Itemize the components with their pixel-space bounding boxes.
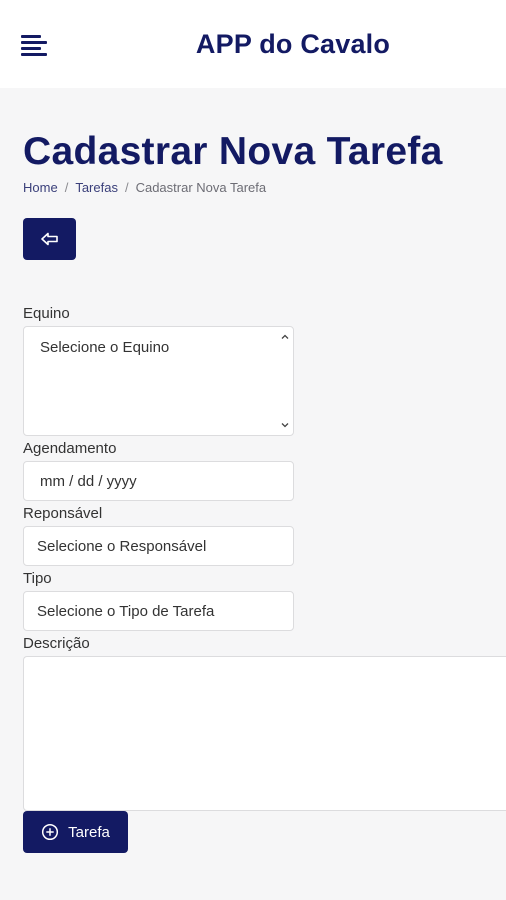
responsavel-value: Selecione o Responsável [37, 538, 207, 555]
equino-option[interactable]: Selecione o Equino [40, 339, 169, 356]
agendamento-placeholder: mm / dd / yyyy [40, 473, 137, 490]
add-tarefa-label: Tarefa [68, 823, 110, 841]
arrow-left-icon [40, 232, 58, 246]
tipo-select[interactable]: Selecione o Tipo de Tarefa [23, 591, 294, 631]
responsavel-select[interactable]: Selecione o Responsável [23, 526, 294, 566]
breadcrumb-separator: / [124, 180, 129, 195]
agendamento-label: Agendamento [23, 440, 117, 457]
agendamento-date-input[interactable]: mm / dd / yyyy [23, 461, 294, 501]
responsavel-label: Reponsável [23, 505, 103, 522]
top-bar: APP do Cavalo [0, 0, 506, 88]
breadcrumb-current: Cadastrar Nova Tarefa [135, 180, 267, 195]
back-button[interactable] [23, 218, 76, 260]
page-title: Cadastrar Nova Tarefa [23, 130, 443, 173]
tipo-value: Selecione o Tipo de Tarefa [37, 603, 215, 620]
equino-select[interactable]: Selecione o Equino [23, 326, 294, 436]
descricao-textarea[interactable] [23, 656, 506, 811]
chevron-down-icon[interactable] [281, 421, 289, 429]
equino-scrollbar[interactable] [277, 327, 293, 435]
chevron-up-icon[interactable] [281, 333, 289, 341]
breadcrumb-separator: / [64, 180, 69, 195]
descricao-label: Descrição [23, 635, 90, 652]
add-tarefa-button[interactable]: Tarefa [23, 811, 128, 853]
app-title: APP do Cavalo [195, 29, 391, 59]
equino-label: Equino [23, 305, 70, 322]
breadcrumb-tarefas[interactable]: Tarefas [75, 180, 118, 195]
plus-circle-icon [42, 823, 59, 841]
breadcrumb-home[interactable]: Home [23, 180, 58, 195]
tipo-label: Tipo [23, 570, 52, 587]
breadcrumb: Home / Tarefas / Cadastrar Nova Tarefa [23, 180, 266, 195]
